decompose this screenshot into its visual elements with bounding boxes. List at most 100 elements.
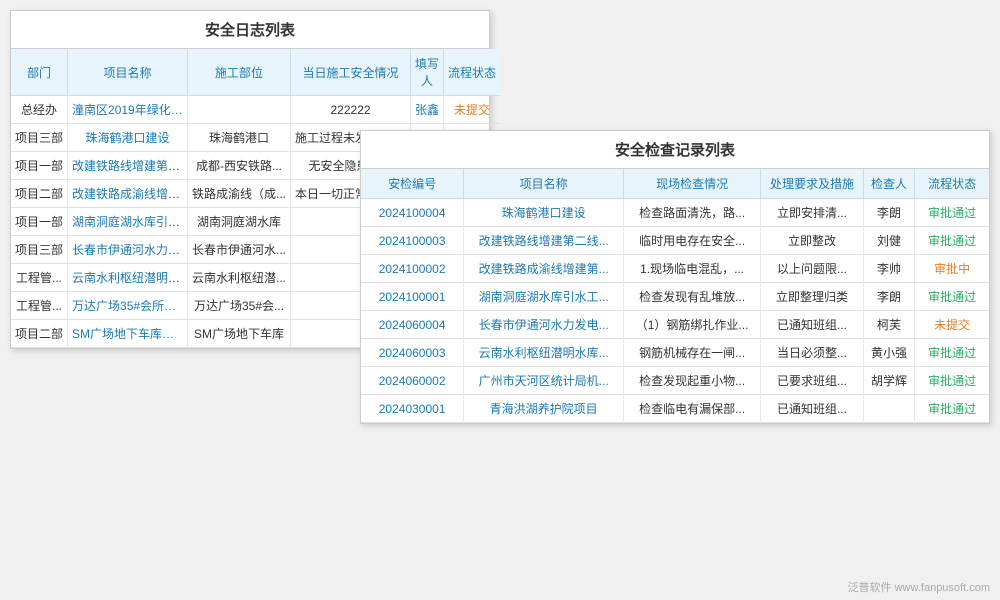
site-cell: 成都-西安铁路... bbox=[188, 152, 291, 180]
table-row: 总经办潼南区2019年绿化补贴项... 222222张鑫未提交 bbox=[11, 96, 500, 124]
right-panel: 安全检查记录列表 安检编号 项目名称 现场检查情况 处理要求及措施 检查人 流程… bbox=[360, 130, 990, 424]
site-cell: SM广场地下车库 bbox=[188, 320, 291, 348]
id-cell[interactable]: 2024060004 bbox=[361, 311, 464, 339]
project-cell: 万达广场35#会所及咖啡... bbox=[68, 292, 188, 320]
table-row: 2024030001青海洪湖养护院项目检查临电有漏保部...已通知班组...审批… bbox=[361, 395, 989, 423]
measures-cell: 已要求班组... bbox=[761, 367, 864, 395]
table-row: 2024100004珠海鹤港口建设检查路面清洗，路...立即安排清...李朗审批… bbox=[361, 199, 989, 227]
right-col-situation: 现场检查情况 bbox=[624, 169, 761, 199]
status-cell: 审批通过 bbox=[915, 199, 989, 227]
project-cell[interactable]: 湖南洞庭湖水库引水工... bbox=[464, 283, 624, 311]
site-cell: 长春市伊通河水... bbox=[188, 236, 291, 264]
left-col-project: 项目名称 bbox=[68, 49, 188, 96]
left-col-writer: 填写人 bbox=[411, 49, 444, 96]
right-table: 安检编号 项目名称 现场检查情况 处理要求及措施 检查人 流程状态 202410… bbox=[361, 169, 989, 423]
site-cell: 云南水利枢纽潜... bbox=[188, 264, 291, 292]
project-cell[interactable]: 青海洪湖养护院项目 bbox=[464, 395, 624, 423]
dept-cell: 工程管... bbox=[11, 292, 68, 320]
table-row: 2024100003改建铁路线增建第二线...临时用电存在安全...立即整改刘健… bbox=[361, 227, 989, 255]
site-cell: 铁路成渝线（成... bbox=[188, 180, 291, 208]
writer-cell[interactable]: 张鑫 bbox=[411, 96, 444, 124]
project-cell[interactable]: 广州市天河区统计局机... bbox=[464, 367, 624, 395]
measures-cell: 当日必须整... bbox=[761, 339, 864, 367]
status-cell: 审批通过 bbox=[915, 395, 989, 423]
left-col-site: 施工部位 bbox=[188, 49, 291, 96]
left-table-header-row: 部门 项目名称 施工部位 当日施工安全情况 填写人 流程状态 bbox=[11, 49, 500, 96]
dept-cell: 项目三部 bbox=[11, 236, 68, 264]
project-cell[interactable]: 长春市伊通河水力发电厂... bbox=[68, 236, 188, 264]
table-row: 2024100002改建铁路成渝线增建第...1.现场临电混乱，...以上问题限… bbox=[361, 255, 989, 283]
id-cell[interactable]: 2024060003 bbox=[361, 339, 464, 367]
id-cell[interactable]: 2024030001 bbox=[361, 395, 464, 423]
right-table-header-row: 安检编号 项目名称 现场检查情况 处理要求及措施 检查人 流程状态 bbox=[361, 169, 989, 199]
right-col-project: 项目名称 bbox=[464, 169, 624, 199]
right-col-id: 安检编号 bbox=[361, 169, 464, 199]
project-cell[interactable]: 湖南洞庭湖水库引水工程... bbox=[68, 208, 188, 236]
dept-cell: 项目二部 bbox=[11, 180, 68, 208]
project-cell[interactable]: 珠海鹤港口建设 bbox=[68, 124, 188, 152]
left-col-status: 流程状态 bbox=[444, 49, 501, 96]
status-cell: 审批通过 bbox=[915, 339, 989, 367]
status-cell: 未提交 bbox=[444, 96, 501, 124]
dept-cell: 项目二部 bbox=[11, 320, 68, 348]
inspector-cell: 李帅 bbox=[863, 255, 914, 283]
inspector-cell: 李朗 bbox=[863, 283, 914, 311]
project-cell[interactable]: 改建铁路线增建第二线... bbox=[464, 227, 624, 255]
measures-cell: 立即整改 bbox=[761, 227, 864, 255]
table-row: 2024100001湖南洞庭湖水库引水工...检查发现有乱堆放...立即整理归类… bbox=[361, 283, 989, 311]
project-cell[interactable]: 珠海鹤港口建设 bbox=[464, 199, 624, 227]
status-cell: 审批通过 bbox=[915, 227, 989, 255]
situation-cell: 检查临电有漏保部... bbox=[624, 395, 761, 423]
project-cell[interactable]: 云南水利枢纽潜明水库一... bbox=[68, 264, 188, 292]
id-cell[interactable]: 2024100003 bbox=[361, 227, 464, 255]
right-table-body: 2024100004珠海鹤港口建设检查路面清洗，路...立即安排清...李朗审批… bbox=[361, 199, 989, 423]
dept-cell: 项目一部 bbox=[11, 152, 68, 180]
right-col-inspector: 检查人 bbox=[863, 169, 914, 199]
status-cell: 未提交 bbox=[915, 311, 989, 339]
project-cell: SM广场地下车库更换摄... bbox=[68, 320, 188, 348]
situation-cell: 222222 bbox=[291, 96, 411, 124]
project-cell[interactable]: 改建铁路成渝线增建第二... bbox=[68, 180, 188, 208]
site-cell: 珠海鹤港口 bbox=[188, 124, 291, 152]
project-cell[interactable]: 云南水利枢纽潜明水库... bbox=[464, 339, 624, 367]
inspector-cell: 柯芙 bbox=[863, 311, 914, 339]
situation-cell: 1.现场临电混乱，... bbox=[624, 255, 761, 283]
inspector-cell: 胡学辉 bbox=[863, 367, 914, 395]
table-row: 2024060004长春市伊通河水力发电...（1）钢筋绑扎作业...已通知班组… bbox=[361, 311, 989, 339]
dept-cell: 工程管... bbox=[11, 264, 68, 292]
project-cell[interactable]: 长春市伊通河水力发电... bbox=[464, 311, 624, 339]
site-cell: 湖南洞庭湖水库 bbox=[188, 208, 291, 236]
situation-cell: 检查发现起重小物... bbox=[624, 367, 761, 395]
id-cell[interactable]: 2024100002 bbox=[361, 255, 464, 283]
table-row: 2024060003云南水利枢纽潜明水库...钢筋机械存在一闸...当日必须整.… bbox=[361, 339, 989, 367]
dept-cell: 项目一部 bbox=[11, 208, 68, 236]
dept-cell: 总经办 bbox=[11, 96, 68, 124]
dept-cell: 项目三部 bbox=[11, 124, 68, 152]
status-cell: 审批通过 bbox=[915, 283, 989, 311]
id-cell[interactable]: 2024100001 bbox=[361, 283, 464, 311]
right-col-measures: 处理要求及措施 bbox=[761, 169, 864, 199]
measures-cell: 已通知班组... bbox=[761, 311, 864, 339]
site-cell bbox=[188, 96, 291, 124]
table-row: 2024060002广州市天河区统计局机...检查发现起重小物...已要求班组.… bbox=[361, 367, 989, 395]
situation-cell: 检查路面清洗，路... bbox=[624, 199, 761, 227]
measures-cell: 立即整理归类 bbox=[761, 283, 864, 311]
project-cell[interactable]: 改建铁路成渝线增建第... bbox=[464, 255, 624, 283]
status-cell: 审批中 bbox=[915, 255, 989, 283]
inspector-cell bbox=[863, 395, 914, 423]
id-cell[interactable]: 2024100004 bbox=[361, 199, 464, 227]
inspector-cell: 黄小强 bbox=[863, 339, 914, 367]
inspector-cell: 刘健 bbox=[863, 227, 914, 255]
project-cell: 潼南区2019年绿化补贴项... bbox=[68, 96, 188, 124]
watermark: 泛普软件 www.fanpusoft.com bbox=[848, 579, 990, 595]
situation-cell: 检查发现有乱堆放... bbox=[624, 283, 761, 311]
status-cell: 审批通过 bbox=[915, 367, 989, 395]
id-cell[interactable]: 2024060002 bbox=[361, 367, 464, 395]
project-cell[interactable]: 改建铁路线增建第二线直... bbox=[68, 152, 188, 180]
situation-cell: （1）钢筋绑扎作业... bbox=[624, 311, 761, 339]
left-col-dept: 部门 bbox=[11, 49, 68, 96]
left-col-situation: 当日施工安全情况 bbox=[291, 49, 411, 96]
site-cell: 万达广场35#会... bbox=[188, 292, 291, 320]
right-col-status: 流程状态 bbox=[915, 169, 989, 199]
right-panel-title: 安全检查记录列表 bbox=[361, 131, 989, 169]
